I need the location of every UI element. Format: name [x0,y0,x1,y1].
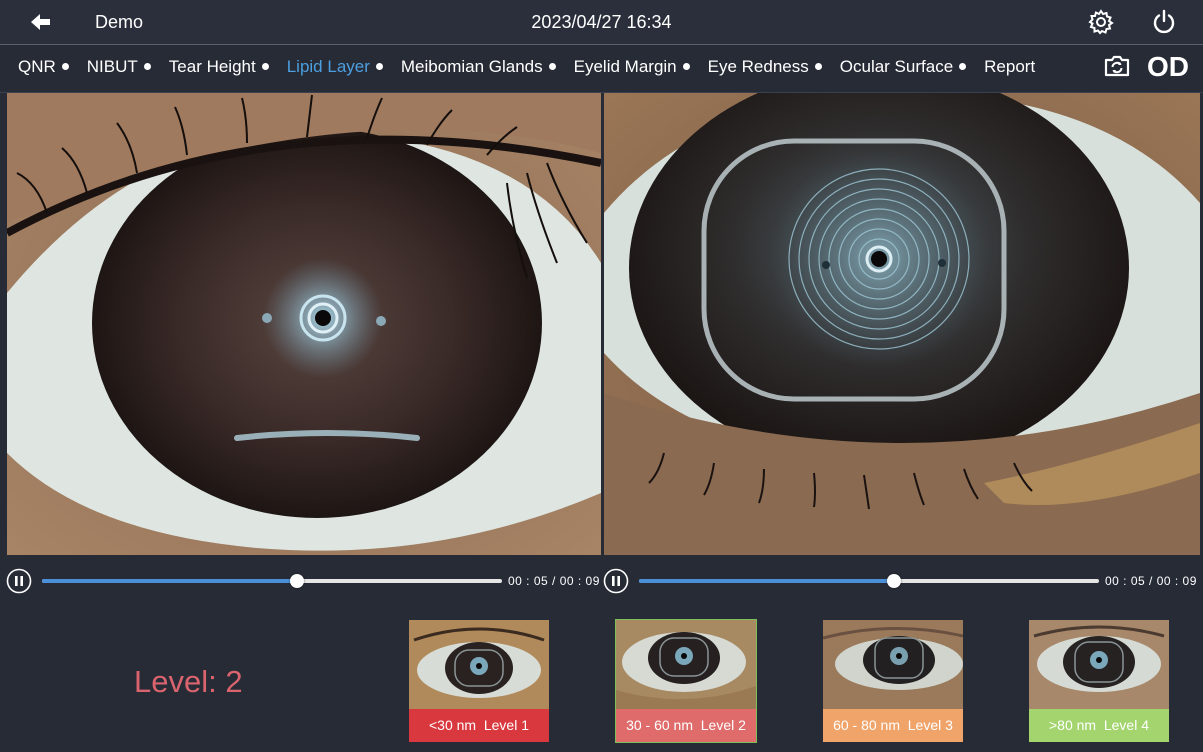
tab-lipid-layer[interactable]: Lipid Layer [287,57,383,77]
status-dot [261,63,269,71]
reference-label: 30 - 60 nm Level 2 [616,709,756,742]
reference-eye-thumbnail [616,620,756,709]
tab-nibut[interactable]: NIBUT [87,57,151,77]
progress-handle[interactable] [290,574,305,588]
progress-slider[interactable] [42,574,502,588]
status-dot [814,63,822,71]
lipid-level-result: Level: 2 [134,664,243,699]
playback-time: 00 : 05 / 00 : 09 [508,574,600,588]
pause-icon[interactable] [603,568,629,594]
power-icon[interactable] [1150,8,1178,36]
status-dot [548,63,556,71]
tab-ocular-surface[interactable]: Ocular Surface [840,57,967,77]
app-name: Demo [95,12,144,32]
settings-gear-icon[interactable] [1087,8,1115,36]
reference-level-1[interactable]: <30 nm Level 1 [409,620,549,742]
tab-eye-redness[interactable]: Eye Redness [708,57,822,77]
reference-label: 60 - 80 nm Level 3 [823,709,963,742]
progress-fill [639,579,895,583]
reference-eye-thumbnail [409,620,549,709]
progress-slider[interactable] [639,574,1099,588]
reference-label: >80 nm Level 4 [1029,709,1169,742]
status-dot [61,63,69,71]
camera-switch-icon[interactable] [1103,52,1131,80]
tab-tear-height[interactable]: Tear Height [169,57,269,77]
eye-side-indicator[interactable]: OD [1147,51,1189,83]
eye-image [7,93,601,555]
status-dot [959,63,967,71]
eye-image [604,93,1200,555]
progress-handle[interactable] [887,574,902,588]
tab-report[interactable]: Report [984,57,1035,77]
datetime: 2023/04/27 16:34 [531,12,672,32]
reference-level-2[interactable]: 30 - 60 nm Level 2 [615,619,757,743]
video-player-right: 00 : 05 / 00 : 09 [603,568,1200,594]
playback-time: 00 : 05 / 00 : 09 [1105,574,1197,588]
progress-fill [42,579,298,583]
back-arrow-icon[interactable] [28,9,54,35]
reference-level-3[interactable]: 60 - 80 nm Level 3 [823,620,963,742]
tab-meibomian-glands[interactable]: Meibomian Glands [401,57,556,77]
tab-eyelid-margin[interactable]: Eyelid Margin [574,57,690,77]
tab-qnr[interactable]: QNR [18,57,69,77]
pause-icon[interactable] [6,568,32,594]
reference-eye-thumbnail [823,620,963,709]
reference-label: <30 nm Level 1 [409,709,549,742]
status-dot [375,63,383,71]
lipid-video-left[interactable] [7,93,601,555]
top-bar: Demo 2023/04/27 16:34 [0,0,1203,45]
status-dot [143,63,151,71]
reference-level-4[interactable]: >80 nm Level 4 [1029,620,1169,742]
exam-tabs: QNR NIBUT Tear Height Lipid Layer Meibom… [18,57,1053,77]
lipid-video-right[interactable] [604,93,1200,555]
status-dot [682,63,690,71]
exam-nav-bar: QNR NIBUT Tear Height Lipid Layer Meibom… [0,45,1203,93]
video-player-left: 00 : 05 / 00 : 09 [6,568,602,594]
reference-eye-thumbnail [1029,620,1169,709]
